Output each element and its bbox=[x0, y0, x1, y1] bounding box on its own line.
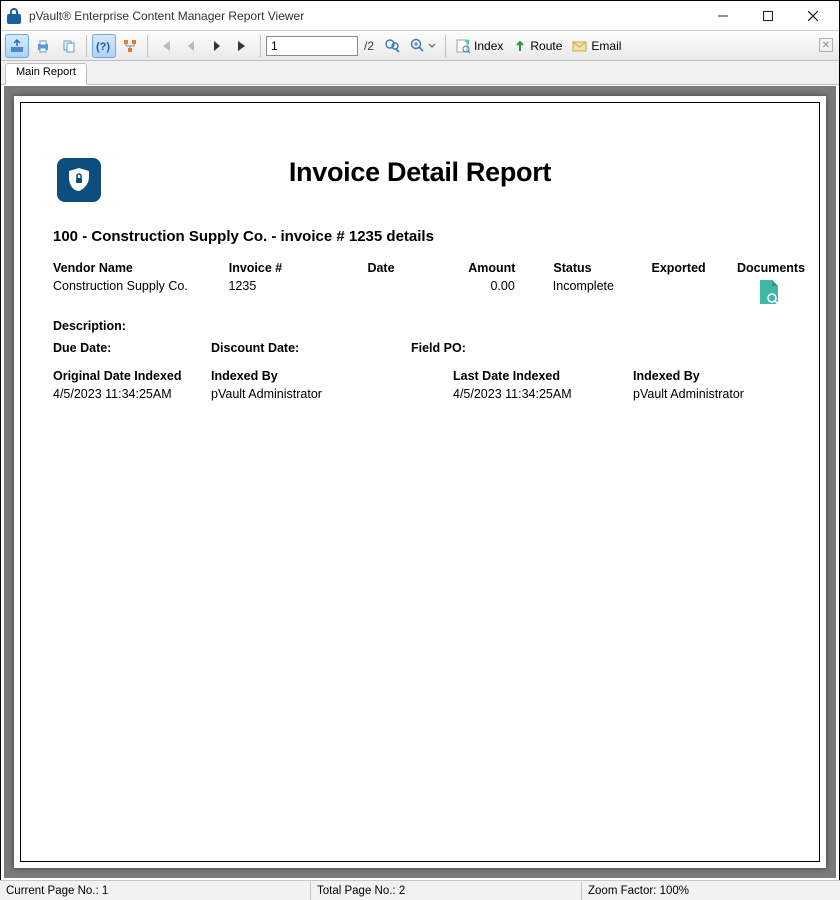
col-due-date: Due Date: bbox=[53, 339, 211, 357]
svg-text:(?): (?) bbox=[96, 41, 110, 53]
val-last-date-indexed: 4/5/2023 11:34:25AM bbox=[453, 385, 633, 403]
val-indexed-by-2: pVault Administrator bbox=[633, 385, 793, 403]
email-label: Email bbox=[591, 39, 621, 53]
report-title: Invoice Detail Report bbox=[43, 157, 797, 188]
maximize-button[interactable] bbox=[745, 2, 790, 30]
toolbar: (?) /2 Index Route Email ✕ bbox=[1, 31, 839, 61]
index-label: Index bbox=[474, 39, 503, 53]
col-last-date-indexed: Last Date Indexed bbox=[453, 367, 633, 385]
col-vendor-name: Vendor Name bbox=[53, 259, 229, 277]
next-page-button[interactable] bbox=[205, 34, 229, 58]
status-current-page: Current Page No.: 1 bbox=[0, 885, 310, 897]
status-zoom: Zoom Factor: 100% bbox=[582, 885, 695, 897]
val-amount: 0.00 bbox=[432, 277, 515, 307]
window-title: pVault® Enterprise Content Manager Repor… bbox=[29, 9, 700, 23]
parameters-button[interactable]: (?) bbox=[92, 34, 116, 58]
status-total-page: Total Page No.: 2 bbox=[311, 885, 581, 897]
col-discount-date: Discount Date: bbox=[211, 339, 411, 357]
tab-strip: Main Report bbox=[1, 61, 839, 85]
close-button[interactable] bbox=[790, 2, 835, 30]
email-icon bbox=[572, 39, 588, 53]
index-icon bbox=[455, 38, 471, 54]
col-description: Description: bbox=[53, 317, 126, 335]
index-button[interactable]: Index bbox=[451, 38, 507, 54]
col-status: Status bbox=[515, 259, 601, 277]
window-titlebar: pVault® Enterprise Content Manager Repor… bbox=[1, 1, 839, 31]
last-page-button[interactable] bbox=[231, 34, 255, 58]
first-page-button[interactable] bbox=[153, 34, 177, 58]
page-number-input[interactable] bbox=[266, 36, 358, 56]
col-orig-date-indexed: Original Date Indexed bbox=[53, 367, 211, 385]
tab-main-report[interactable]: Main Report bbox=[5, 63, 87, 85]
val-status: Incomplete bbox=[515, 277, 605, 307]
email-button[interactable]: Email bbox=[568, 39, 625, 53]
window-controls bbox=[700, 2, 835, 30]
report-viewer: Invoice Detail Report 100 - Construction… bbox=[4, 86, 836, 878]
app-lock-icon bbox=[5, 7, 23, 25]
col-field-po: Field PO: bbox=[411, 339, 531, 357]
section-header: 100 - Construction Supply Co. - invoice … bbox=[53, 228, 797, 245]
group-tree-button[interactable] bbox=[118, 34, 142, 58]
export-button[interactable] bbox=[5, 34, 29, 58]
separator bbox=[260, 35, 261, 57]
col-amount: Amount bbox=[432, 259, 515, 277]
report-detail-grid: Vendor Name Invoice # Date Amount Status… bbox=[53, 259, 797, 403]
val-invoice-no: 1235 bbox=[228, 277, 367, 307]
route-icon bbox=[513, 39, 527, 53]
toolbar-close-button[interactable]: ✕ bbox=[819, 38, 833, 52]
col-indexed-by-2: Indexed By bbox=[633, 367, 793, 385]
report-page: Invoice Detail Report 100 - Construction… bbox=[14, 96, 826, 868]
report-logo-icon bbox=[57, 158, 101, 202]
val-date bbox=[367, 277, 432, 307]
separator bbox=[147, 35, 148, 57]
page-total-label: /2 bbox=[360, 39, 378, 53]
val-exported bbox=[605, 277, 710, 307]
separator bbox=[445, 35, 446, 57]
status-bar: Current Page No.: 1 Total Page No.: 2 Zo… bbox=[0, 880, 840, 900]
minimize-button[interactable] bbox=[700, 2, 745, 30]
col-documents: Documents bbox=[707, 259, 797, 277]
copy-button[interactable] bbox=[57, 34, 81, 58]
route-label: Route bbox=[530, 39, 562, 53]
val-indexed-by: pVault Administrator bbox=[211, 385, 453, 403]
route-button[interactable]: Route bbox=[509, 39, 566, 53]
val-vendor-name: Construction Supply Co. bbox=[53, 277, 228, 307]
prev-page-button[interactable] bbox=[179, 34, 203, 58]
val-orig-date-indexed: 4/5/2023 11:34:25AM bbox=[53, 385, 211, 403]
separator bbox=[86, 35, 87, 57]
find-button[interactable] bbox=[380, 34, 404, 58]
zoom-button[interactable] bbox=[406, 34, 440, 58]
col-indexed-by: Indexed By bbox=[211, 367, 453, 385]
document-view-icon[interactable] bbox=[710, 277, 797, 307]
col-invoice-no: Invoice # bbox=[229, 259, 368, 277]
print-button[interactable] bbox=[31, 34, 55, 58]
col-exported: Exported bbox=[602, 259, 707, 277]
col-date: Date bbox=[367, 259, 432, 277]
